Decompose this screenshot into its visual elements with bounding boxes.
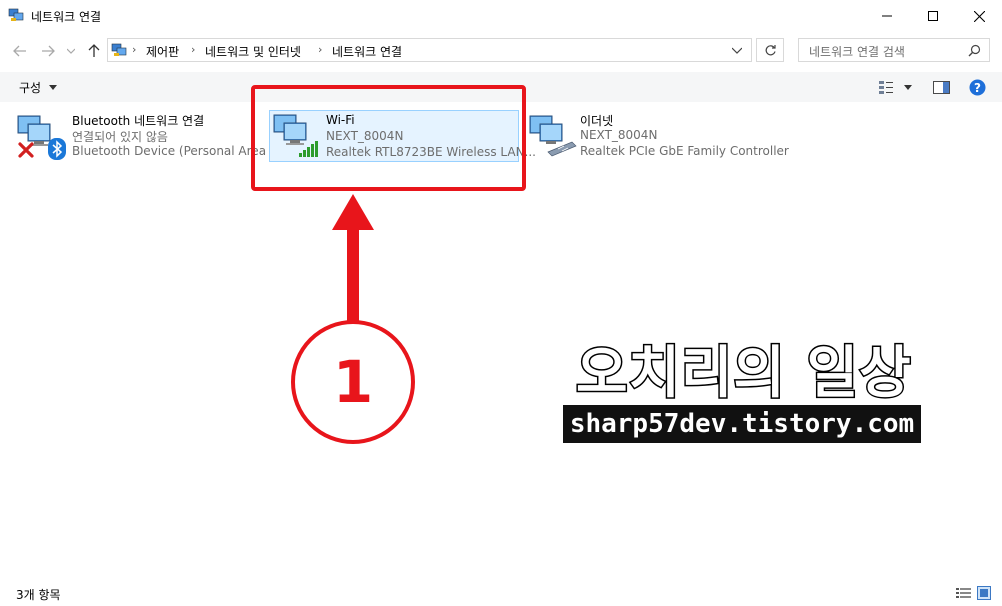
item-status: 연결되어 있지 않음: [72, 130, 168, 144]
close-button[interactable]: [956, 0, 1002, 32]
breadcrumb-separator: ›: [132, 43, 137, 56]
maximize-button[interactable]: [910, 0, 956, 32]
window-title: 네트워크 연결: [31, 10, 102, 24]
highlight-box: [251, 85, 526, 191]
refresh-button[interactable]: [756, 38, 784, 62]
caret-down-icon: [48, 85, 57, 90]
chevron-down-icon[interactable]: [732, 47, 742, 54]
title-bar: 네트워크 연결: [0, 0, 1002, 32]
close-icon: [973, 10, 985, 22]
breadcrumb-separator: ›: [318, 43, 323, 56]
item-device: Bluetooth Device (Personal Area ...: [72, 144, 282, 158]
forward-button[interactable]: [37, 40, 59, 62]
address-bar[interactable]: › 제어판 › 네트워크 및 인터넷 › 네트워크 연결: [107, 38, 752, 62]
status-bar: 3개 항목: [0, 580, 1002, 606]
maximize-icon: [928, 11, 938, 21]
refresh-icon: [765, 44, 776, 55]
ethernet-adapter-icon: [529, 115, 577, 157]
step-number: 1: [332, 348, 374, 416]
list-item-bluetooth[interactable]: Bluetooth 네트워크 연결 연결되어 있지 않음 Bluetooth D…: [14, 110, 281, 165]
organize-button[interactable]: 구성: [19, 79, 57, 96]
svg-text:?: ?: [974, 81, 981, 95]
large-icons-view-icon[interactable]: [977, 586, 991, 600]
chevron-down-icon: [67, 48, 75, 54]
minimize-icon: [882, 15, 892, 17]
caret-down-icon[interactable]: [904, 85, 912, 90]
breadcrumb-item-control-panel[interactable]: 제어판: [146, 43, 179, 60]
item-status: NEXT_8004N: [580, 128, 658, 142]
arrow-up-icon: [88, 44, 100, 57]
details-view-icon[interactable]: [956, 587, 971, 599]
preview-pane-icon[interactable]: [933, 81, 950, 94]
item-count: 3개 항목: [16, 588, 61, 602]
recent-locations-button[interactable]: [60, 40, 82, 62]
arrow-right-icon: [42, 45, 55, 57]
back-button[interactable]: [9, 40, 31, 62]
disconnected-x-icon: [18, 142, 34, 158]
change-view-icon[interactable]: [878, 80, 894, 95]
item-device: Realtek PCIe GbE Family Controller: [580, 144, 789, 158]
arrow-left-icon: [13, 45, 26, 57]
bluetooth-icon: [48, 138, 66, 160]
breadcrumb-item-network-internet[interactable]: 네트워크 및 인터넷: [205, 43, 301, 60]
list-item-ethernet[interactable]: 이더넷 NEXT_8004N Realtek PCIe GbE Family C…: [526, 110, 789, 165]
minimize-button[interactable]: [864, 0, 910, 32]
up-button[interactable]: [83, 40, 105, 62]
organize-label: 구성: [19, 81, 42, 95]
control-panel-icon: [111, 43, 127, 56]
watermark-url: sharp57dev.tistory.com: [563, 405, 921, 443]
search-input[interactable]: 네트워크 연결 검색: [798, 38, 990, 62]
help-icon[interactable]: ?: [969, 79, 986, 96]
network-connections-icon: [8, 8, 24, 21]
breadcrumb-separator: ›: [191, 43, 196, 56]
item-name: 이더넷: [580, 114, 614, 128]
item-name: Bluetooth 네트워크 연결: [72, 114, 205, 128]
watermark-title: 오치리의 일상: [575, 340, 913, 408]
breadcrumb-item-network-connections[interactable]: 네트워크 연결: [332, 43, 402, 60]
step-number-badge: 1: [291, 320, 415, 444]
search-placeholder: 네트워크 연결 검색: [809, 45, 905, 59]
arrow-up-annotation-icon: [332, 194, 374, 322]
search-icon[interactable]: [968, 44, 981, 57]
